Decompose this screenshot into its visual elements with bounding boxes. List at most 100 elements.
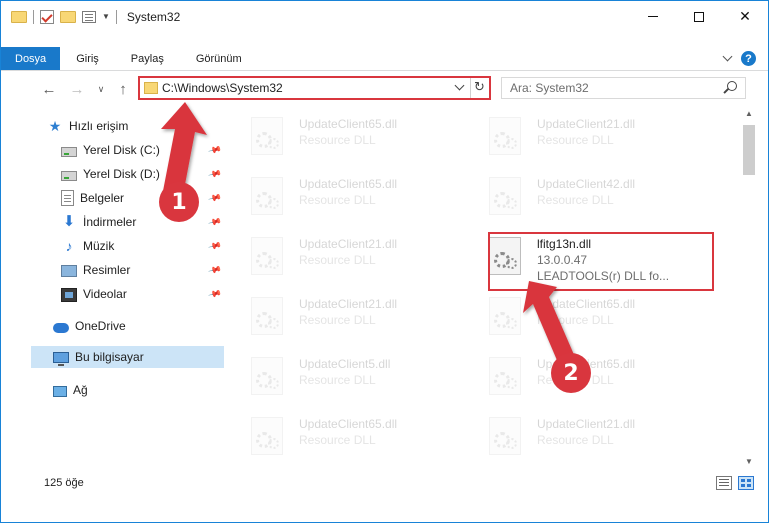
file-type: Resource DLL bbox=[537, 193, 614, 207]
nav-item-local-disk-c[interactable]: Yerel Disk (C:) 📌 bbox=[61, 139, 224, 161]
file-type: Resource DLL bbox=[537, 313, 614, 327]
nav-label: OneDrive bbox=[75, 319, 126, 333]
file-tile[interactable]: UpdateClient21.dll Resource DLL bbox=[237, 227, 469, 281]
close-icon: ✕ bbox=[739, 8, 751, 24]
onedrive-cloud-icon bbox=[53, 322, 69, 333]
tab-home[interactable]: Giriş bbox=[60, 47, 115, 70]
file-type: Resource DLL bbox=[537, 433, 614, 447]
refresh-icon[interactable]: ↻ bbox=[474, 79, 485, 95]
file-name: UpdateClient65.dll bbox=[299, 117, 398, 131]
file-name: UpdateClient21.dll bbox=[537, 117, 636, 131]
tab-file[interactable]: Dosya bbox=[1, 47, 61, 70]
up-arrow-icon: ↑ bbox=[119, 80, 127, 98]
details-view-icon[interactable] bbox=[716, 476, 732, 490]
pin-icon[interactable]: 📌 bbox=[207, 166, 222, 181]
vertical-scrollbar[interactable]: ▲ ▼ bbox=[741, 107, 758, 469]
file-tile[interactable]: UpdateClient65.dll Resource DLL bbox=[237, 407, 469, 461]
pin-icon[interactable]: 📌 bbox=[207, 190, 222, 205]
pin-icon[interactable]: 📌 bbox=[207, 214, 222, 229]
nav-item-local-disk-d[interactable]: Yerel Disk (D:) 📌 bbox=[61, 163, 224, 185]
nav-quick-access[interactable]: ★ Hızlı erişim bbox=[47, 115, 240, 137]
nav-label: Belgeler bbox=[80, 191, 125, 205]
file-type: Resource DLL bbox=[299, 253, 376, 267]
minimize-button[interactable] bbox=[630, 1, 676, 32]
tab-share[interactable]: Paylaş bbox=[115, 47, 180, 70]
nav-item-videos[interactable]: Videolar 📌 bbox=[61, 283, 224, 305]
toolbar-divider bbox=[33, 9, 34, 24]
maximize-button[interactable] bbox=[676, 1, 722, 32]
videos-icon bbox=[61, 287, 77, 302]
nav-label: Videolar bbox=[83, 287, 127, 301]
file-tile[interactable]: UpdateClient42.dll Resource DLL bbox=[475, 167, 707, 221]
view-options-icon[interactable] bbox=[82, 10, 96, 23]
file-name: UpdateClient5.dll bbox=[299, 357, 391, 371]
hard-disk-icon bbox=[61, 146, 77, 157]
file-type: Resource DLL bbox=[299, 373, 376, 387]
star-icon: ★ bbox=[48, 118, 62, 134]
file-name: UpdateClient21.dll bbox=[537, 417, 636, 431]
navigation-pane: ★ Hızlı erişim Yerel Disk (C:) 📌 Yerel D… bbox=[31, 113, 224, 469]
nav-item-downloads[interactable]: ⬇ İndirmeler 📌 bbox=[61, 211, 224, 233]
file-tile[interactable]: UpdateClient21.dll Resource DLL bbox=[475, 107, 707, 161]
chevron-down-icon: ∨ bbox=[97, 83, 105, 94]
quick-access-toolbar: ▼ bbox=[1, 1, 117, 32]
scroll-up-arrow-icon[interactable]: ▲ bbox=[745, 109, 753, 118]
file-type: Resource DLL bbox=[299, 133, 376, 147]
close-button[interactable]: ✕ bbox=[722, 1, 768, 32]
file-tile[interactable]: UpdateClient65.dll Resource DLL bbox=[237, 167, 469, 221]
recent-locations-button[interactable]: ∨ bbox=[91, 79, 111, 99]
nav-item-music[interactable]: ♪ Müzik 📌 bbox=[61, 235, 224, 257]
help-icon[interactable]: ? bbox=[741, 51, 756, 66]
file-tile[interactable]: UpdateClient5.dll Resource DLL bbox=[237, 347, 469, 401]
file-explorer-window: ▼ System32 ✕ Dosya Giriş Paylaş Görünüm … bbox=[0, 0, 769, 523]
dll-file-icon bbox=[251, 297, 283, 335]
dll-file-icon bbox=[251, 177, 283, 215]
search-input[interactable] bbox=[510, 80, 710, 96]
dll-file-icon bbox=[251, 357, 283, 395]
customize-toolbar-dropdown-icon[interactable]: ▼ bbox=[102, 12, 110, 21]
file-name: UpdateClient21.dll bbox=[299, 237, 398, 251]
nav-label: Müzik bbox=[83, 239, 115, 253]
view-switcher bbox=[716, 476, 754, 490]
file-tile[interactable]: UpdateClient65.dll Resource DLL bbox=[237, 107, 469, 161]
search-icon[interactable] bbox=[727, 81, 737, 91]
nav-item-pictures[interactable]: Resimler 📌 bbox=[61, 259, 224, 281]
tiles-view-icon[interactable] bbox=[738, 476, 754, 490]
file-name: UpdateClient21.dll bbox=[299, 297, 398, 311]
new-folder-icon[interactable] bbox=[60, 10, 76, 23]
properties-check-icon[interactable] bbox=[40, 9, 54, 24]
pin-icon[interactable]: 📌 bbox=[207, 286, 222, 301]
forward-arrow-icon: → bbox=[69, 80, 85, 98]
forward-button[interactable]: → bbox=[67, 79, 87, 99]
nav-item-network[interactable]: Ağ bbox=[53, 379, 224, 401]
scrollbar-thumb[interactable] bbox=[743, 125, 755, 175]
nav-item-onedrive[interactable]: OneDrive bbox=[53, 315, 224, 337]
dll-file-icon bbox=[489, 357, 521, 395]
pin-icon[interactable]: 📌 bbox=[207, 262, 222, 277]
search-box[interactable] bbox=[501, 77, 746, 99]
expand-ribbon-chevron-icon[interactable] bbox=[722, 51, 733, 62]
address-path[interactable]: C:\Windows\System32 bbox=[162, 81, 283, 95]
pin-icon[interactable]: 📌 bbox=[207, 238, 222, 253]
nav-item-this-pc[interactable]: Bu bilgisayar bbox=[31, 346, 224, 368]
nav-item-documents[interactable]: Belgeler 📌 bbox=[61, 187, 224, 209]
scroll-down-arrow-icon[interactable]: ▼ bbox=[745, 457, 753, 466]
computer-icon bbox=[53, 352, 69, 366]
file-tile[interactable]: UpdateClient65.dll Resource DLL bbox=[475, 347, 707, 401]
nav-label: Yerel Disk (C:) bbox=[83, 143, 160, 157]
file-tile[interactable]: UpdateClient65.dll Resource DLL bbox=[475, 287, 707, 341]
title-bar: ▼ System32 ✕ bbox=[1, 1, 768, 32]
back-button[interactable]: ← bbox=[39, 79, 59, 99]
file-tile[interactable]: UpdateClient21.dll Resource DLL bbox=[475, 407, 707, 461]
folder-icon bbox=[144, 82, 158, 94]
tab-view[interactable]: Görünüm bbox=[180, 47, 258, 70]
window-controls: ✕ bbox=[630, 1, 768, 32]
file-type: Resource DLL bbox=[299, 433, 376, 447]
toolbar-divider bbox=[115, 9, 117, 24]
address-bar[interactable]: C:\Windows\System32 ↻ bbox=[138, 76, 491, 100]
file-tile[interactable]: UpdateClient21.dll Resource DLL bbox=[237, 287, 469, 341]
address-history-chevron-icon[interactable] bbox=[454, 80, 465, 91]
up-button[interactable]: ↑ bbox=[113, 79, 133, 99]
file-name: UpdateClient65.dll bbox=[299, 417, 398, 431]
pin-icon[interactable]: 📌 bbox=[207, 142, 222, 157]
